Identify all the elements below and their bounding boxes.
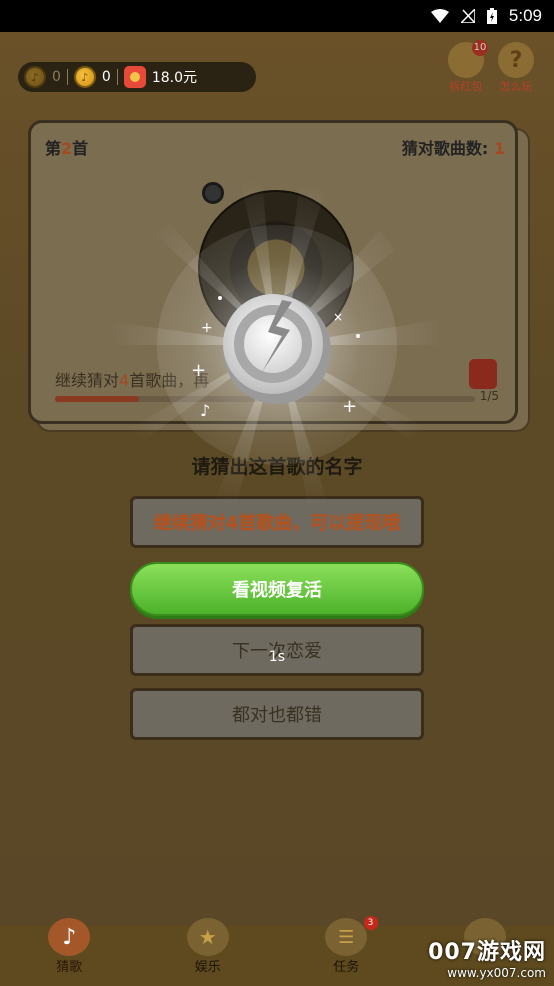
guess-label: 猜对歌曲数: bbox=[401, 139, 489, 158]
song-prefix: 第 bbox=[45, 139, 62, 158]
tasks-badge: 3 bbox=[363, 916, 378, 930]
watch-video-revive-button[interactable]: 看视频复活 bbox=[130, 562, 424, 616]
divider bbox=[116, 69, 118, 85]
progress-text: 继续猜对4首歌曲，再 bbox=[55, 367, 209, 391]
nav-label: 猜歌 bbox=[56, 960, 83, 975]
answer-option-4[interactable]: 都对也都错 bbox=[130, 688, 424, 740]
question-title: 请猜出这首歌的名字 bbox=[191, 456, 363, 478]
progress-num: 4 bbox=[119, 371, 130, 390]
star-icon: ★ bbox=[186, 918, 229, 956]
nav-item-tasks[interactable]: ☰ 3 任务 bbox=[277, 916, 416, 986]
open-redpack-button[interactable]: 10 拆红包 bbox=[446, 40, 488, 94]
status-bar: 5:09 bbox=[0, 0, 554, 32]
vinyl-record bbox=[198, 190, 354, 346]
how-to-play-button[interactable]: ? 怎么玩 bbox=[496, 42, 536, 94]
music-coin-icon: ♪ bbox=[73, 66, 96, 88]
revive-label: 看视频复活 bbox=[232, 580, 322, 601]
cash-amount: 18.0元 bbox=[151, 70, 198, 86]
nav-item-guess-song[interactable]: ♪ 猜歌 bbox=[0, 918, 139, 986]
red-envelope-icon: 10 bbox=[448, 40, 488, 78]
song-number: 第2首 bbox=[45, 135, 88, 159]
watermark-title: 007游戏网 bbox=[428, 940, 546, 965]
wifi-icon bbox=[430, 9, 449, 23]
help-label: 怎么玩 bbox=[499, 80, 533, 93]
no-signal-icon bbox=[460, 9, 475, 23]
progress-prefix: 继续猜对 bbox=[55, 371, 120, 390]
divider bbox=[66, 69, 68, 85]
progress-bar bbox=[55, 396, 475, 402]
coin-count-b: 0 bbox=[101, 69, 111, 85]
currency-bar: ♪ 0 ♪ 0 18.0元 bbox=[18, 62, 256, 92]
battery-charging-icon bbox=[486, 8, 497, 24]
answer-option-1[interactable]: 继续猜对4首歌曲，可以提现哦 bbox=[130, 496, 424, 548]
song-suffix: 首 bbox=[72, 139, 89, 158]
clock: 5:09 bbox=[508, 6, 542, 25]
coin-icon: ♪ bbox=[24, 66, 46, 88]
redpack-label: 拆红包 bbox=[449, 80, 483, 93]
nav-label: 娱乐 bbox=[194, 960, 221, 975]
option-label: 继续猜对4首歌曲，可以提现哦 bbox=[153, 513, 401, 534]
reward-envelope-icon[interactable] bbox=[469, 359, 497, 389]
progress-count: 1/5 bbox=[479, 389, 499, 403]
tonearm bbox=[202, 182, 224, 204]
song-index: 2 bbox=[61, 139, 73, 158]
progress-suffix: 首歌曲，再 bbox=[129, 371, 210, 390]
nav-label: 任务 bbox=[333, 960, 360, 975]
progress-fill bbox=[55, 396, 139, 402]
option-label: 都对也都错 bbox=[232, 705, 322, 726]
task-list-icon: ☰ bbox=[325, 918, 368, 956]
red-envelope-icon bbox=[123, 66, 146, 88]
coin-count-a: 0 bbox=[52, 69, 61, 85]
guess-value: 1 bbox=[493, 139, 505, 158]
nav-item-entertainment[interactable]: ★ 娱乐 bbox=[139, 918, 278, 986]
watermark-url: www.yx007.com bbox=[447, 966, 546, 980]
countdown-timer: 1s bbox=[268, 649, 286, 665]
watermark: 007游戏网 www.yx007.com bbox=[428, 934, 546, 980]
redpack-badge: 10 bbox=[472, 40, 488, 56]
question-icon: ? bbox=[498, 42, 534, 78]
music-note-icon: ♪ bbox=[48, 918, 91, 956]
guess-count: 猜对歌曲数: 1 bbox=[402, 135, 505, 159]
